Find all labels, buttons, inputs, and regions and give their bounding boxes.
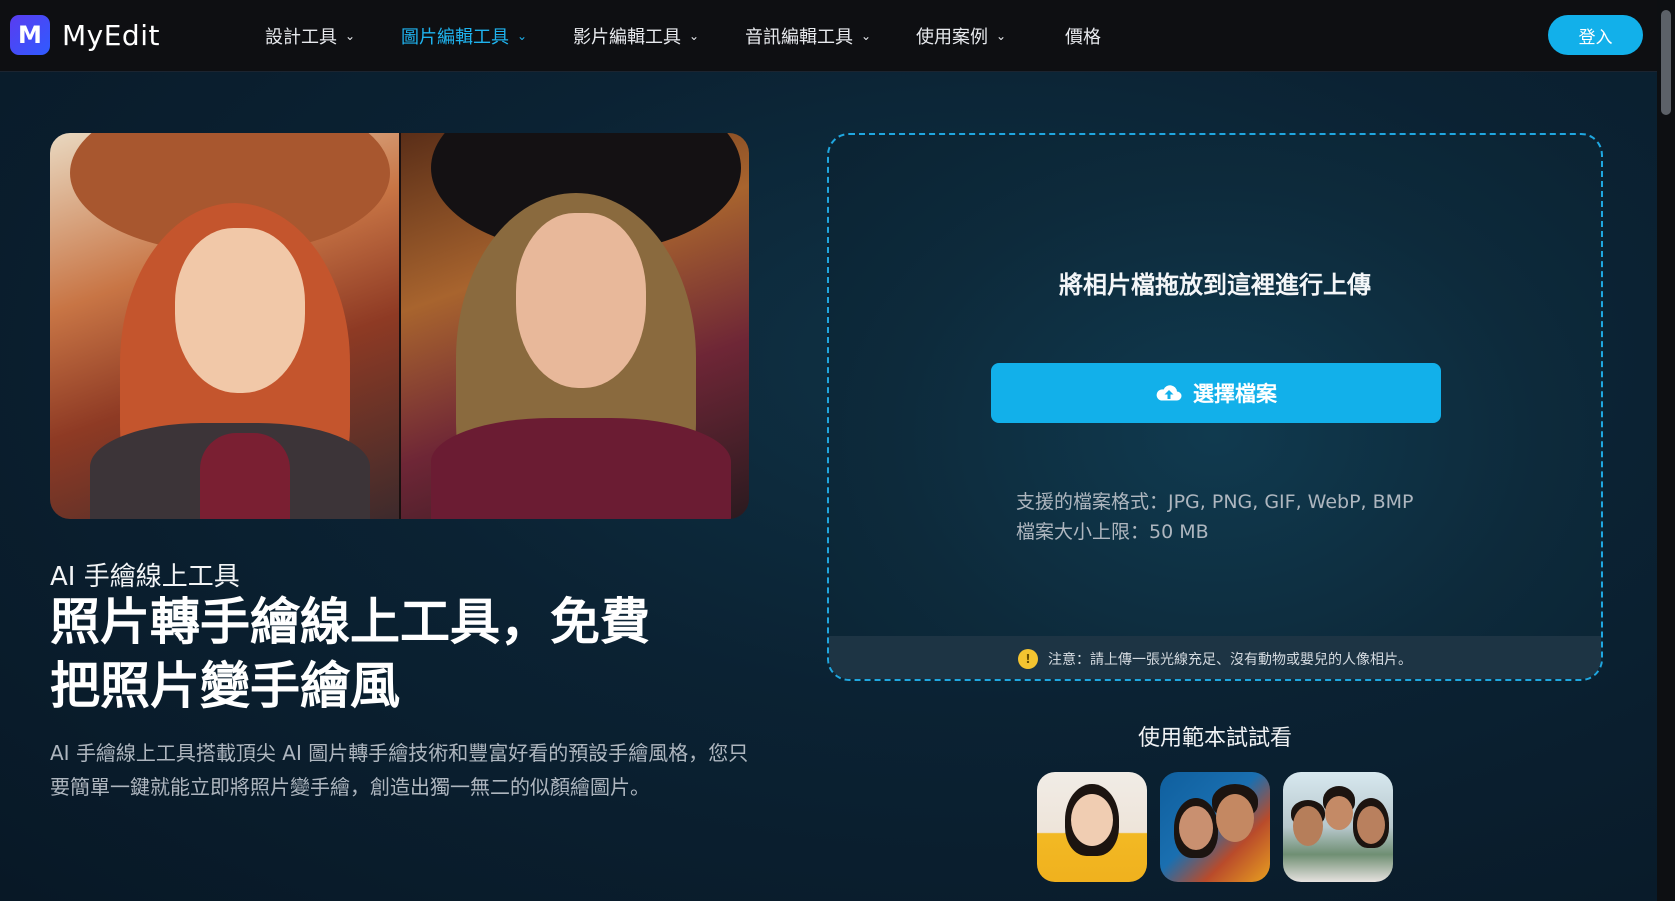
nav-item-use-cases[interactable]: 使用案例 ⌄ [916, 22, 1006, 50]
nav-item-video-tools[interactable]: 影片編輯工具 ⌄ [573, 22, 699, 50]
cloud-upload-icon [1156, 385, 1182, 401]
dropzone-title: 將相片檔拖放到這裡進行上傳 [1059, 271, 1371, 299]
choose-file-button[interactable]: 選擇檔案 [991, 363, 1441, 423]
upload-notice-bar: ! 注意：請上傳一張光線充足、沒有動物或嬰兒的人像相片。 [829, 636, 1601, 679]
hero-before-after-image [50, 133, 749, 519]
hand-drawn-result-image [50, 133, 399, 519]
nav-item-pricing[interactable]: 價格 [1065, 22, 1101, 50]
upload-notice-text: 注意：請上傳一張光線充足、沒有動物或嬰兒的人像相片。 [1048, 651, 1412, 668]
chevron-down-icon: ⌄ [861, 29, 872, 43]
top-navbar: M MyEdit 設計工具 ⌄ 圖片編輯工具 ⌄ 影片編輯工具 ⌄ 音訊編輯工具… [0, 0, 1675, 72]
file-requirements: 支援的檔案格式：JPG, PNG, GIF, WebP, BMP 檔案大小上限：… [1016, 487, 1414, 547]
nav-item-label: 價格 [1065, 27, 1101, 48]
nav-item-label: 使用案例 [916, 27, 988, 48]
logo-mark-icon: M [10, 15, 50, 55]
sample-image-family[interactable] [1283, 772, 1393, 882]
samples-title: 使用範本試試看 [1137, 726, 1292, 751]
nav-item-design-tools[interactable]: 設計工具 ⌄ [265, 22, 355, 50]
nav-item-image-tools[interactable]: 圖片編輯工具 ⌄ [401, 22, 527, 50]
sample-image-couple[interactable] [1160, 772, 1270, 882]
chevron-down-icon: ⌄ [345, 29, 356, 43]
scrollbar-thumb[interactable] [1661, 10, 1671, 115]
nav-item-audio-tools[interactable]: 音訊編輯工具 ⌄ [745, 22, 871, 50]
chevron-down-icon: ⌄ [517, 29, 528, 43]
nav-item-label: 圖片編輯工具 [401, 27, 509, 48]
chevron-down-icon: ⌄ [996, 29, 1007, 43]
scrollbar-track[interactable] [1657, 0, 1675, 901]
hero-headline: 照片轉手繪線上工具，免費 把照片變手繪風 [50, 590, 750, 718]
nav-item-label: 影片編輯工具 [573, 27, 681, 48]
nav-item-label: 音訊編輯工具 [745, 27, 853, 48]
supported-formats: 支援的檔案格式：JPG, PNG, GIF, WebP, BMP [1016, 491, 1414, 513]
login-button[interactable]: 登入 [1548, 15, 1643, 55]
brand-logo[interactable]: M MyEdit [10, 15, 160, 55]
sample-image-woman[interactable] [1037, 772, 1147, 882]
lightbulb-icon: ! [1018, 648, 1038, 669]
brand-name: MyEdit [62, 18, 160, 52]
hero-eyebrow: AI 手繪線上工具 [50, 562, 240, 592]
original-photo-image [399, 133, 749, 519]
upload-dropzone[interactable]: 將相片檔拖放到這裡進行上傳 選擇檔案 支援的檔案格式：JPG, PNG, GIF… [827, 133, 1603, 681]
headline-line-2: 把照片變手繪風 [50, 657, 400, 715]
hero-description: AI 手繪線上工具搭載頂尖 AI 圖片轉手繪技術和豐富好看的預設手繪風格，您只要… [50, 741, 749, 799]
max-file-size: 檔案大小上限：50 MB [1016, 521, 1209, 543]
chevron-down-icon: ⌄ [689, 29, 700, 43]
nav-item-label: 設計工具 [265, 27, 337, 48]
headline-line-1: 照片轉手繪線上工具，免費 [50, 593, 650, 651]
choose-file-label: 選擇檔案 [1193, 382, 1277, 406]
